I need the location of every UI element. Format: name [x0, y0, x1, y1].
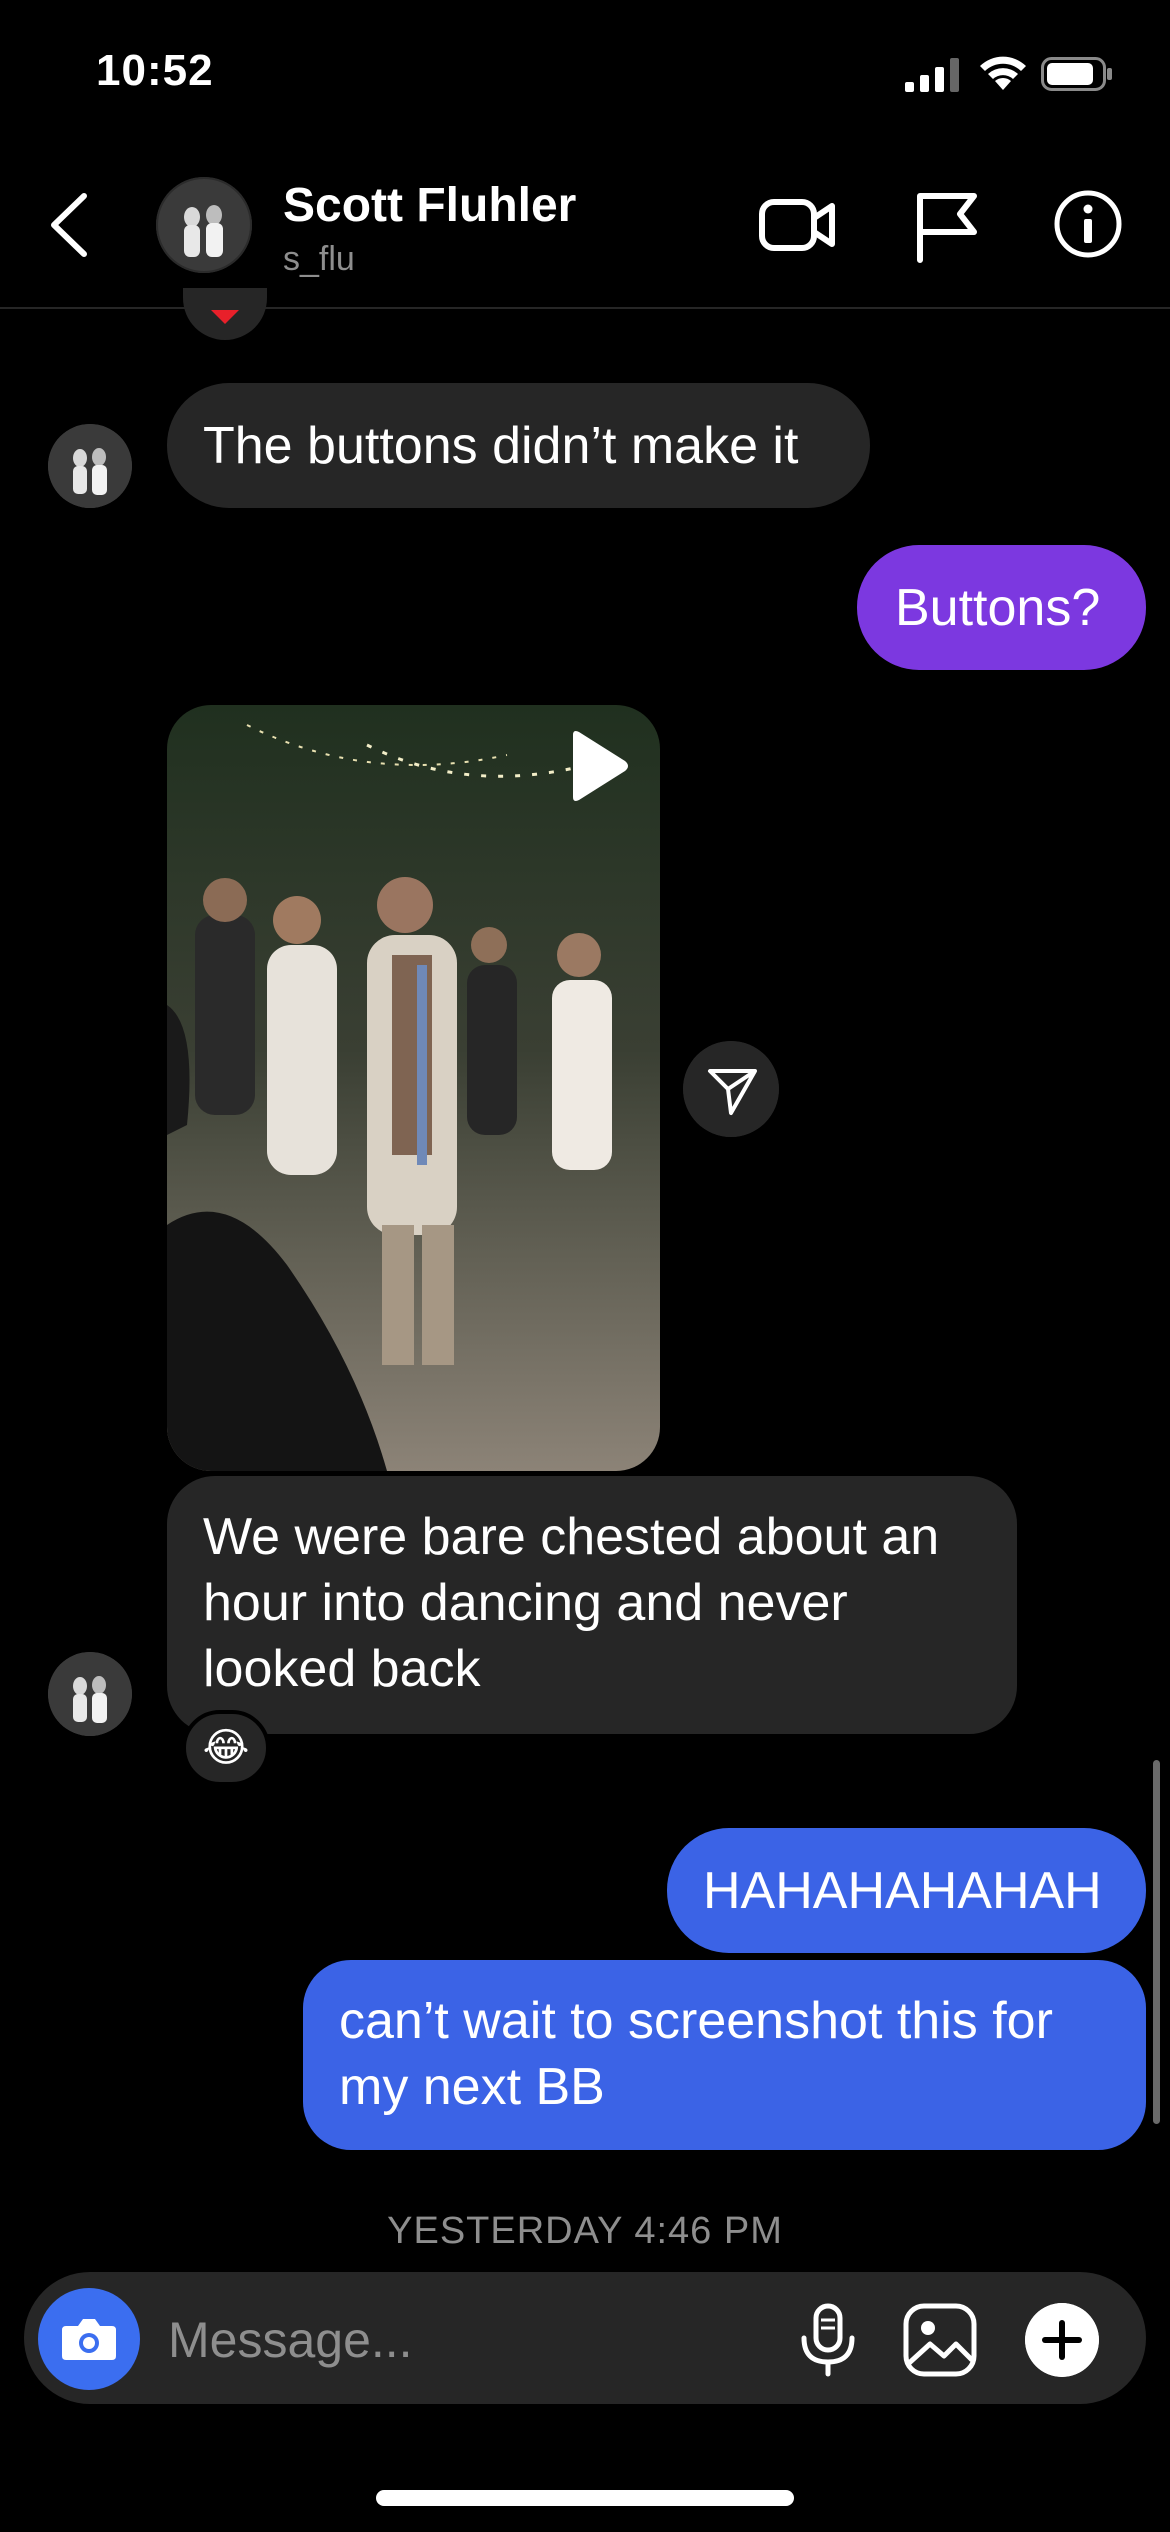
- heart-reaction-icon: [211, 310, 239, 324]
- header-divider: [0, 307, 1170, 309]
- reaction-badge[interactable]: 😂: [182, 1710, 270, 1786]
- message-input[interactable]: [168, 2305, 748, 2375]
- video-call-icon[interactable]: [758, 190, 838, 260]
- info-icon[interactable]: [1052, 188, 1124, 260]
- sender-avatar[interactable]: [48, 1652, 132, 1736]
- cellular-signal-icon: [905, 58, 959, 92]
- send-icon[interactable]: [683, 1041, 779, 1137]
- reaction-badge[interactable]: [183, 288, 267, 340]
- contact-name[interactable]: Scott Fluhler: [283, 178, 576, 233]
- battery-icon: [1041, 57, 1112, 91]
- message-bubble[interactable]: We were bare chested about an hour into …: [167, 1476, 1017, 1734]
- plus-icon[interactable]: [1025, 2303, 1099, 2377]
- microphone-icon[interactable]: [796, 2302, 860, 2378]
- home-indicator[interactable]: [376, 2490, 794, 2506]
- flag-icon[interactable]: [912, 188, 982, 264]
- message-bubble[interactable]: Buttons?: [857, 545, 1146, 670]
- status-time: 10:52: [96, 46, 214, 95]
- wifi-icon: [980, 56, 1026, 90]
- scrollbar[interactable]: [1153, 1760, 1160, 2124]
- back-button[interactable]: [40, 190, 100, 260]
- message-bubble[interactable]: HAHAHAHAHAH: [667, 1828, 1146, 1953]
- video-message[interactable]: [167, 705, 660, 1471]
- message-bubble[interactable]: The buttons didn’t make it: [167, 383, 870, 508]
- contact-username: s_flu: [283, 240, 355, 278]
- timestamp: YESTERDAY 4:46 PM: [387, 2210, 783, 2252]
- camera-button[interactable]: [38, 2288, 140, 2390]
- gallery-icon[interactable]: [902, 2302, 978, 2378]
- camera-icon: [62, 2319, 116, 2360]
- contact-avatar[interactable]: [156, 177, 252, 273]
- sender-avatar[interactable]: [48, 424, 132, 508]
- message-bubble[interactable]: can’t wait to screenshot this for my nex…: [303, 1960, 1146, 2150]
- play-icon[interactable]: [563, 729, 633, 803]
- video-thumbnail: [167, 705, 660, 1471]
